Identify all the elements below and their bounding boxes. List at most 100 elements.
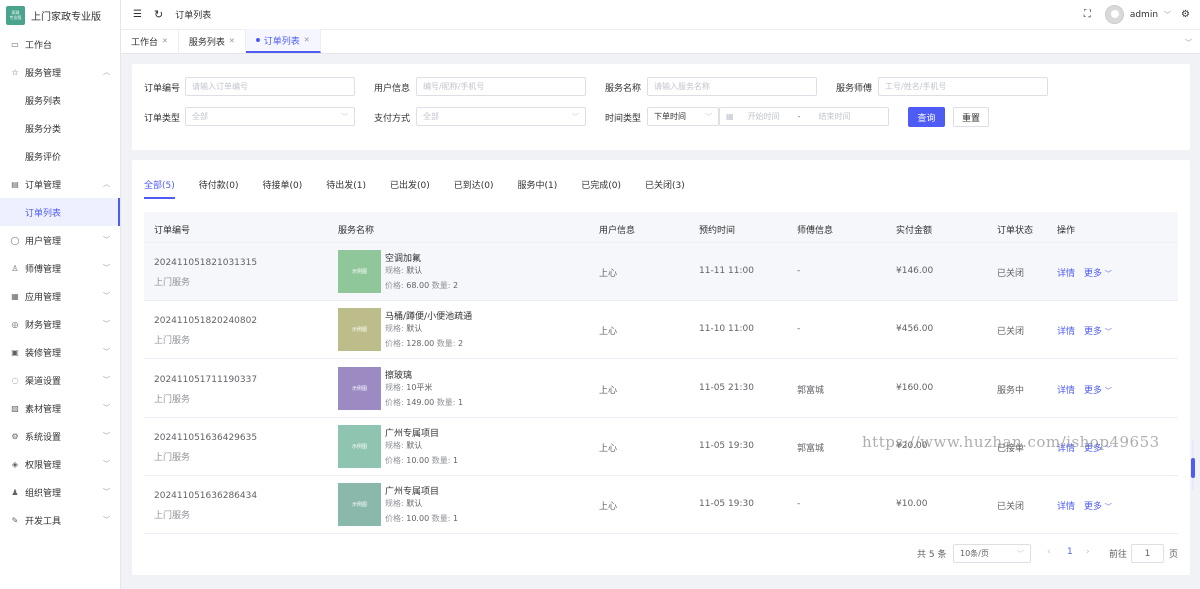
- more-dropdown[interactable]: 更多 ﹀: [1084, 383, 1112, 396]
- sidebar-item[interactable]: ♟ 组织管理 ﹀: [0, 478, 120, 506]
- sidebar-item[interactable]: ◌ 渠道设置 ﹀: [0, 366, 120, 394]
- close-icon[interactable]: ✕: [304, 36, 310, 44]
- worker-info: -: [797, 324, 801, 335]
- table-header: 订单编号 服务名称 用户信息 预约时间 师傅信息 实付金额 订单状态 操作: [144, 212, 1178, 243]
- page-tab[interactable]: 订单列表 ✕: [245, 29, 321, 53]
- order-type-select[interactable]: 全部 ﹀: [185, 107, 355, 126]
- detail-link[interactable]: 详情: [1057, 324, 1075, 337]
- sidebar-item[interactable]: ◈ 权限管理 ﹀: [0, 450, 120, 478]
- sidebar-subitem[interactable]: 服务分类: [0, 114, 120, 142]
- reset-button[interactable]: 重置: [953, 107, 989, 127]
- menu-toggle-icon[interactable]: ☰: [133, 9, 142, 20]
- chevron-down-icon[interactable]: ﹀: [1164, 10, 1171, 20]
- user-info-input[interactable]: 编号/昵称/手机号: [416, 77, 586, 96]
- sidebar-item[interactable]: ▤ 订单管理 ︿: [0, 170, 120, 198]
- logo-area[interactable]: 家政 专业版 上门家政专业版: [0, 0, 120, 30]
- column-header: 用户信息: [599, 226, 636, 236]
- status-tab[interactable]: 全部(5): [144, 178, 175, 199]
- status-tab[interactable]: 待出发(1): [326, 178, 366, 199]
- time-type-select[interactable]: 下单时间 ﹀: [647, 107, 719, 126]
- prev-page-icon[interactable]: ‹: [1047, 547, 1051, 557]
- avatar[interactable]: [1104, 5, 1124, 24]
- order-no-input[interactable]: 请输入订单编号: [185, 77, 355, 96]
- sidebar-item-label: 开发工具: [25, 516, 62, 527]
- next-page-icon[interactable]: ›: [1086, 547, 1090, 557]
- sidebar-item[interactable]: ◎ 财务管理 ﹀: [0, 310, 120, 338]
- page-tab[interactable]: 工作台 ✕: [121, 29, 179, 53]
- status-tab[interactable]: 待付款(0): [199, 178, 239, 199]
- page-number-current[interactable]: 1: [1067, 547, 1073, 557]
- sidebar-item[interactable]: ▣ 装修管理 ﹀: [0, 338, 120, 366]
- status-tab[interactable]: 服务中(1): [518, 178, 558, 199]
- page-tab[interactable]: 服务列表 ✕: [179, 29, 246, 53]
- sidebar-item[interactable]: ✎ 开发工具 ﹀: [0, 506, 120, 534]
- user-name[interactable]: admin: [1130, 10, 1158, 20]
- range-separator: -: [797, 112, 801, 121]
- detail-link[interactable]: 详情: [1057, 499, 1075, 512]
- service-thumbnail: 示例图: [338, 483, 381, 527]
- sidebar-subitem[interactable]: 服务评价: [0, 142, 120, 170]
- search-button[interactable]: 查询: [908, 107, 945, 127]
- sidebar-subitem[interactable]: 服务列表: [0, 86, 120, 114]
- chevron-down-icon: ﹀: [103, 488, 110, 496]
- tabs-more-chevron-icon[interactable]: ﹀: [1185, 38, 1192, 48]
- sidebar-item[interactable]: ▨ 素材管理 ﹀: [0, 394, 120, 422]
- sidebar-item[interactable]: ⚙ 系统设置 ﹀: [0, 422, 120, 450]
- scrollbar-thumb[interactable]: [1191, 458, 1195, 478]
- pay-method-label: 支付方式: [374, 114, 411, 124]
- status-tab[interactable]: 待接单(0): [263, 178, 303, 199]
- pay-method-select[interactable]: 全部 ﹀: [416, 107, 586, 126]
- sidebar-item-label: 应用管理: [25, 292, 62, 303]
- star-icon: ☆: [11, 67, 19, 77]
- price-value: 10.00: [406, 514, 430, 524]
- worker-input[interactable]: 工号/姓名/手机号: [878, 77, 1048, 96]
- service-spec: 规格: 10平米: [385, 382, 432, 393]
- chevron-down-icon: ﹀: [1104, 386, 1112, 395]
- service-name: 擦玻璃: [385, 370, 413, 381]
- date-range-picker[interactable]: ▦ 开始时间 - 结束时间: [719, 107, 889, 126]
- sidebar-item[interactable]: ◯ 用户管理 ﹀: [0, 226, 120, 254]
- table-row[interactable]: 202411051711190337 上门服务 示例图 擦玻璃 规格: 10平米 价格: …: [144, 359, 1178, 418]
- order-number: 202411051636286434: [154, 491, 258, 502]
- detail-link[interactable]: 详情: [1057, 383, 1075, 396]
- close-icon[interactable]: ✕: [229, 37, 235, 45]
- sidebar-item[interactable]: ♙ 师傅管理 ﹀: [0, 254, 120, 282]
- service-name-input[interactable]: 请输入服务名称: [647, 77, 817, 96]
- price-value: 128.00: [406, 339, 435, 349]
- status-tab[interactable]: 已出发(0): [390, 178, 430, 199]
- sidebar-subitem[interactable]: 订单列表: [0, 198, 120, 226]
- chevron-down-icon: ﹀: [572, 112, 579, 121]
- detail-link[interactable]: 详情: [1057, 266, 1075, 279]
- table-row[interactable]: 202411051821031315 上门服务 示例图 空调加氟 规格: 默认 价格: 6…: [144, 243, 1178, 301]
- thumbnail-text: 示例图: [351, 443, 367, 450]
- document-icon: ▤: [11, 179, 19, 189]
- refresh-icon[interactable]: ↻: [154, 8, 163, 21]
- sidebar-item[interactable]: ▦ 应用管理 ﹀: [0, 282, 120, 310]
- close-icon[interactable]: ✕: [162, 37, 168, 45]
- service-spec: 规格: 默认: [385, 323, 422, 334]
- status-tab[interactable]: 已关闭(3): [645, 178, 685, 199]
- table-row[interactable]: 202411051636286434 上门服务 示例图 广州专属项目 规格: 默认 价格:…: [144, 476, 1178, 535]
- table-row[interactable]: 202411051820240802 上门服务 示例图 马桶/蹲便/小便池疏通 规格: …: [144, 301, 1178, 360]
- goto-page-input[interactable]: 1: [1131, 544, 1164, 563]
- logo-text: 家政 专业版: [9, 10, 22, 20]
- settings-gear-icon[interactable]: ⚙: [1181, 9, 1190, 20]
- sidebar-item-label: 渠道设置: [25, 376, 62, 387]
- more-dropdown[interactable]: 更多 ﹀: [1084, 324, 1112, 337]
- sidebar-item[interactable]: ▭ 工作台: [0, 30, 120, 58]
- more-dropdown[interactable]: 更多 ﹀: [1084, 266, 1112, 279]
- spec-label: 规格:: [385, 266, 404, 275]
- paid-amount: ¥160.00: [896, 382, 934, 393]
- sidebar-item[interactable]: ☆ 服务管理 ︿: [0, 58, 120, 86]
- page-tabs: 工作台 ✕ 服务列表 ✕ 订单列表 ✕ ﹀: [121, 29, 1200, 54]
- sidebar-item-label: 服务分类: [25, 124, 62, 135]
- more-dropdown[interactable]: 更多 ﹀: [1084, 499, 1112, 512]
- more-label: 更多: [1084, 269, 1103, 279]
- chevron-up-icon: ︿: [103, 180, 110, 188]
- order-type-value: 全部: [192, 112, 208, 121]
- page-size-select[interactable]: 10条/页 ﹀: [953, 544, 1031, 563]
- status-tab[interactable]: 已到达(0): [454, 178, 494, 199]
- fullscreen-icon[interactable]: ⛶: [1084, 9, 1091, 20]
- status-tab[interactable]: 已完成(0): [581, 178, 621, 199]
- column-header: 预约时间: [699, 226, 736, 236]
